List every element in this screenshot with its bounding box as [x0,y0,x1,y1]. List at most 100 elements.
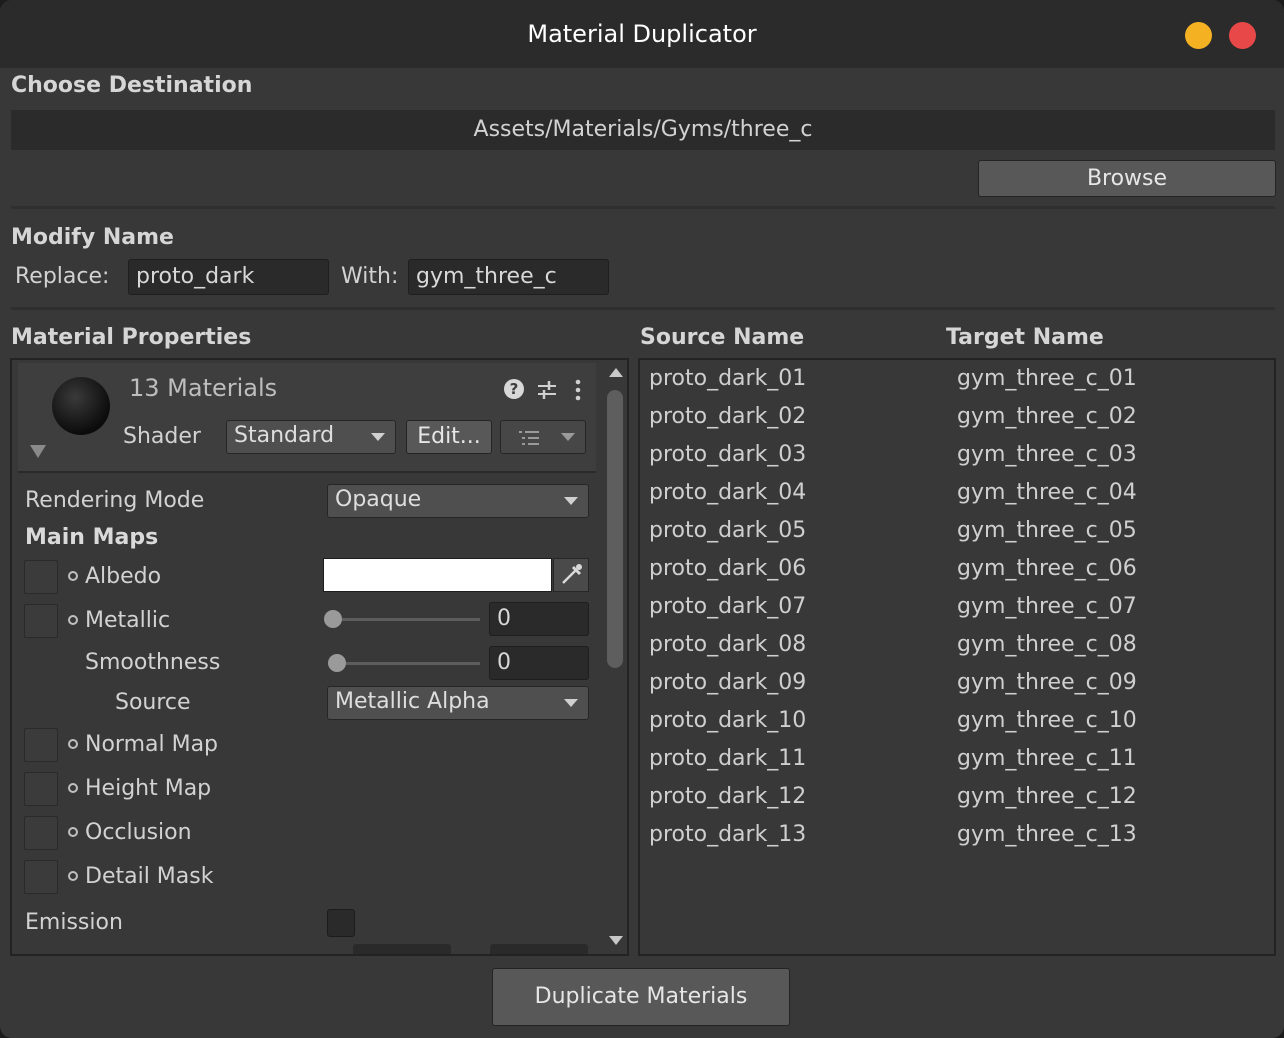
target-name-cell: gym_three_c_10 [957,708,1137,733]
source-name-header: Source Name [640,325,805,350]
target-name-cell: gym_three_c_08 [957,632,1137,657]
tiling-y-field[interactable] [490,944,588,954]
table-row[interactable]: proto_dark_04 gym_three_c_04 [640,480,1274,518]
target-name-cell: gym_three_c_04 [957,480,1137,505]
table-row[interactable]: proto_dark_05 gym_three_c_05 [640,518,1274,556]
height-map-texture-slot[interactable] [24,772,58,806]
detail-mask-texture-slot[interactable] [24,860,58,894]
material-preview-sphere [52,377,110,435]
main-maps-label: Main Maps [25,525,159,550]
target-icon[interactable] [68,827,78,837]
occlusion-texture-slot[interactable] [24,816,58,850]
target-icon[interactable] [68,615,78,625]
metallic-label: Metallic [85,608,171,633]
smoothness-slider[interactable] [334,662,480,665]
occlusion-label: Occlusion [85,820,192,845]
table-row[interactable]: proto_dark_13 gym_three_c_13 [640,822,1274,860]
table-row[interactable]: proto_dark_03 gym_three_c_03 [640,442,1274,480]
table-row[interactable]: proto_dark_10 gym_three_c_10 [640,708,1274,746]
albedo-label: Albedo [85,564,162,589]
smoothness-slider-handle[interactable] [328,654,346,672]
window-title: Material Duplicator [527,20,757,48]
eyedropper-icon[interactable] [553,558,589,592]
target-icon[interactable] [68,571,78,581]
source-label: Source [115,690,191,715]
browse-button[interactable]: Browse [978,160,1276,197]
target-name-cell: gym_three_c_05 [957,518,1137,543]
emission-label: Emission [25,910,123,935]
modify-name-label: Modify Name [11,225,174,250]
target-icon[interactable] [68,739,78,749]
inspector-scrollbar[interactable] [604,362,626,954]
table-row[interactable]: proto_dark_02 gym_three_c_02 [640,404,1274,442]
more-options-icon[interactable] [574,378,582,402]
help-icon[interactable]: ? [504,379,524,399]
source-name-cell: proto_dark_01 [649,366,807,391]
target-name-cell: gym_three_c_03 [957,442,1137,467]
scroll-up-arrow-icon[interactable] [609,368,623,377]
source-name-cell: proto_dark_13 [649,822,807,847]
table-row[interactable]: proto_dark_08 gym_three_c_08 [640,632,1274,670]
tiling-x-field[interactable] [353,944,451,954]
with-input[interactable]: gym_three_c [408,259,609,295]
target-name-cell: gym_three_c_06 [957,556,1137,581]
albedo-texture-slot[interactable] [24,560,58,594]
shader-dropdown[interactable]: Standard [226,420,396,454]
table-row[interactable]: proto_dark_01 gym_three_c_01 [640,366,1274,404]
smoothness-label: Smoothness [85,650,221,675]
chevron-down-icon [564,699,578,707]
source-name-cell: proto_dark_04 [649,480,807,505]
preset-sliders-icon[interactable] [536,379,558,401]
detail-mask-label: Detail Mask [85,864,214,889]
albedo-color-field[interactable] [323,558,552,592]
shader-options-dropdown[interactable] [500,420,586,454]
table-row[interactable]: proto_dark_07 gym_three_c_07 [640,594,1274,632]
table-row[interactable]: proto_dark_11 gym_three_c_11 [640,746,1274,784]
source-name-cell: proto_dark_10 [649,708,807,733]
target-name-cell: gym_three_c_11 [957,746,1137,771]
source-name-cell: proto_dark_03 [649,442,807,467]
rendering-mode-label: Rendering Mode [25,488,205,513]
table-row[interactable]: proto_dark_09 gym_three_c_09 [640,670,1274,708]
choose-destination-label: Choose Destination [11,73,253,98]
replace-input[interactable]: proto_dark [128,259,329,295]
with-label: With: [341,264,399,289]
source-dropdown[interactable]: Metallic Alpha [327,686,589,720]
divider [11,206,1275,209]
smoothness-value-field[interactable]: 0 [489,646,589,680]
replace-label: Replace: [15,264,110,289]
metallic-texture-slot[interactable] [24,604,58,638]
target-name-cell: gym_three_c_09 [957,670,1137,695]
target-icon[interactable] [68,783,78,793]
source-name-cell: proto_dark_09 [649,670,807,695]
table-row[interactable]: proto_dark_12 gym_three_c_12 [640,784,1274,822]
target-name-cell: gym_three_c_13 [957,822,1137,847]
edit-shader-button[interactable]: Edit... [406,420,492,454]
normal-map-label: Normal Map [85,732,219,757]
shader-label: Shader [123,424,201,449]
foldout-arrow-icon[interactable] [30,445,46,458]
scroll-down-arrow-icon[interactable] [609,936,623,945]
metallic-slider-handle[interactable] [324,610,342,628]
source-name-cell: proto_dark_12 [649,784,807,809]
chevron-down-icon [371,433,385,441]
material-duplicator-window: Material Duplicator Choose Destination A… [0,0,1284,1038]
source-name-cell: proto_dark_02 [649,404,807,429]
emission-checkbox[interactable] [327,909,355,937]
target-name-cell: gym_three_c_01 [957,366,1137,391]
close-button[interactable] [1229,22,1256,49]
scrollbar-thumb[interactable] [607,390,623,668]
rendering-mode-dropdown[interactable]: Opaque [327,484,589,518]
minimize-button[interactable] [1185,22,1212,49]
target-icon[interactable] [68,871,78,881]
table-row[interactable]: proto_dark_06 gym_three_c_06 [640,556,1274,594]
rendering-mode-value: Opaque [335,487,422,512]
material-properties-label: Material Properties [11,325,252,350]
duplicate-materials-button[interactable]: Duplicate Materials [492,968,790,1026]
source-name-cell: proto_dark_07 [649,594,807,619]
normal-map-texture-slot[interactable] [24,728,58,762]
metallic-value-field[interactable]: 0 [489,602,589,636]
metallic-slider[interactable] [334,618,480,621]
height-map-label: Height Map [85,776,212,801]
target-name-cell: gym_three_c_12 [957,784,1137,809]
